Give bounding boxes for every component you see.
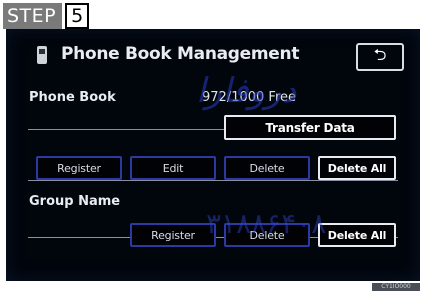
phone-book-label: Phone Book xyxy=(29,90,116,105)
phone-book-register-button[interactable]: Register xyxy=(36,156,122,180)
phone-book-edit-button[interactable]: Edit xyxy=(130,156,216,180)
phone-book-delete-all-button[interactable]: Delete All xyxy=(318,156,396,180)
back-arrow-icon: ⮌ xyxy=(373,44,387,64)
nav-screen: Phone Book Management ⮌ Phone Book 972/1… xyxy=(6,29,420,281)
phone-icon xyxy=(37,46,47,64)
step-label: STEP xyxy=(3,3,63,29)
step-number: 5 xyxy=(65,3,90,29)
transfer-data-button[interactable]: Transfer Data xyxy=(224,115,396,140)
page-title: Phone Book Management xyxy=(61,44,300,64)
group-delete-button[interactable]: Delete xyxy=(224,223,310,247)
step-badge: STEP 5 xyxy=(3,3,106,29)
divider xyxy=(28,129,224,130)
divider xyxy=(28,180,398,181)
group-delete-all-button[interactable]: Delete All xyxy=(318,223,396,247)
phone-book-count: 972/1000 Free xyxy=(202,90,296,105)
group-name-label: Group Name xyxy=(29,194,121,209)
phone-book-delete-button[interactable]: Delete xyxy=(224,156,310,180)
group-register-button[interactable]: Register xyxy=(130,223,216,247)
back-button[interactable]: ⮌ xyxy=(356,43,404,71)
image-code: CY1IO000 xyxy=(372,283,420,291)
